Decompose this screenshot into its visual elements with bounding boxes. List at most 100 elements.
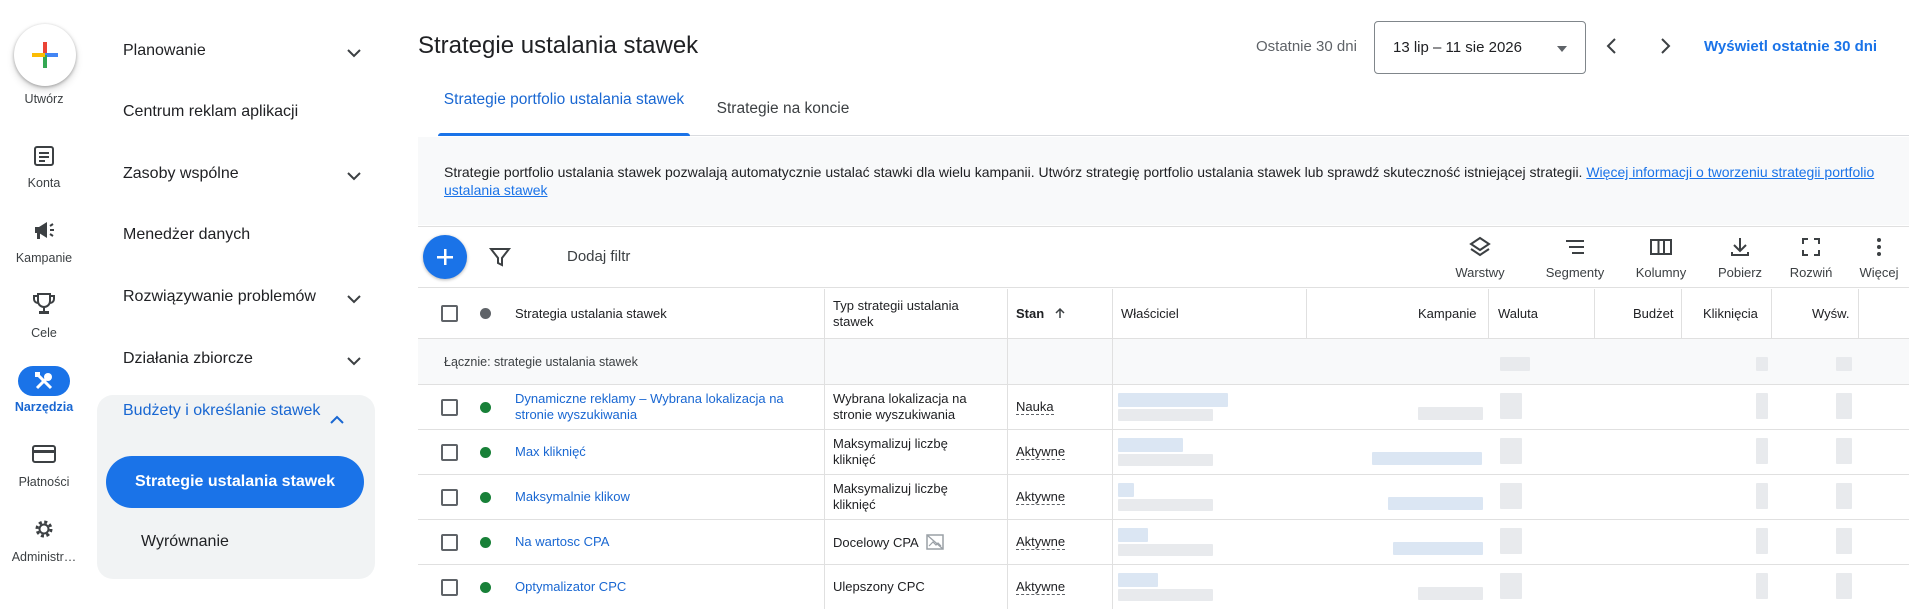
rail-item-admin[interactable]: Administr… bbox=[0, 550, 88, 564]
strategy-status[interactable]: Nauka bbox=[1016, 399, 1054, 415]
header-clicks[interactable]: Kliknięcia bbox=[1703, 306, 1758, 322]
header-type[interactable]: Typ strategii ustalania stawek bbox=[833, 298, 983, 330]
accounts-icon[interactable] bbox=[28, 142, 60, 170]
tab-portfolio-strategies[interactable]: Strategie portfolio ustalania stawek bbox=[438, 90, 690, 110]
arrow-up-sort-icon bbox=[1055, 307, 1065, 318]
strategy-name-link[interactable]: Dynamiczne reklamy – Wybrana lokalizacja… bbox=[515, 391, 805, 423]
table-row[interactable]: Max kliknięć Maksymalizuj liczbę kliknię… bbox=[418, 430, 1909, 475]
fullscreen-icon bbox=[1802, 238, 1820, 256]
add-filter-button[interactable]: Dodaj filtr bbox=[567, 248, 630, 265]
header-campaigns[interactable]: Kampanie bbox=[1418, 306, 1477, 322]
row-checkbox[interactable] bbox=[441, 444, 458, 461]
download-button[interactable]: Pobierz bbox=[1710, 235, 1770, 280]
tool-label: Rozwiń bbox=[1789, 265, 1833, 280]
strategy-name-link[interactable]: Optymalizator CPC bbox=[515, 579, 626, 595]
header-impressions[interactable]: Wyśw. bbox=[1812, 306, 1849, 322]
nav-item-label: Działania zbiorcze bbox=[123, 350, 253, 367]
nav-item-planning[interactable]: Planowanie bbox=[123, 42, 363, 60]
admin-gear-icon[interactable] bbox=[28, 515, 60, 543]
more-button[interactable]: Więcej bbox=[1852, 235, 1906, 280]
total-label: Łącznie: strategie ustalania stawek bbox=[444, 355, 638, 369]
nav-subitem-bid-strategies[interactable]: Strategie ustalania stawek bbox=[106, 456, 364, 508]
strategy-name-link[interactable]: Max kliknięć bbox=[515, 444, 586, 460]
expand-button[interactable]: Rozwiń bbox=[1784, 235, 1838, 280]
segments-icon bbox=[1566, 240, 1584, 254]
status-dot-icon bbox=[480, 447, 491, 458]
rail-item-billing[interactable]: Płatności bbox=[0, 475, 88, 489]
header-status[interactable]: Stan bbox=[1016, 306, 1066, 322]
chevron-down-icon bbox=[347, 49, 361, 58]
row-checkbox[interactable] bbox=[441, 579, 458, 596]
table-row[interactable]: Optymalizator CPC Ulepszony CPC Aktywne bbox=[418, 565, 1909, 609]
select-all-checkbox[interactable] bbox=[441, 305, 458, 322]
status-dot-icon bbox=[480, 402, 491, 413]
nav-item-label: Rozwiązywanie problemów bbox=[123, 288, 316, 305]
header-currency[interactable]: Waluta bbox=[1498, 306, 1538, 322]
header-strategy[interactable]: Strategia ustalania stawek bbox=[515, 306, 667, 322]
tools-icon[interactable] bbox=[18, 366, 70, 396]
nav-item-data-manager[interactable]: Menedżer danych bbox=[123, 226, 363, 244]
strategy-status[interactable]: Aktywne bbox=[1016, 489, 1066, 505]
table-row[interactable]: Dynamiczne reklamy – Wybrana lokalizacja… bbox=[418, 385, 1909, 430]
plus-icon bbox=[437, 249, 453, 265]
tab-account-strategies[interactable]: Strategie na koncie bbox=[708, 99, 858, 119]
strategy-status[interactable]: Aktywne bbox=[1016, 444, 1066, 460]
rail-item-tools[interactable]: Narzędzia bbox=[0, 400, 88, 414]
nav-item-bulk-actions[interactable]: Działania zbiorcze bbox=[123, 350, 363, 368]
nav-item-label: Menedżer danych bbox=[123, 226, 251, 243]
billing-icon[interactable] bbox=[28, 440, 60, 468]
add-strategy-button[interactable] bbox=[423, 235, 467, 279]
download-icon bbox=[1731, 238, 1749, 256]
rail-item-campaigns[interactable]: Kampanie bbox=[0, 251, 88, 265]
plus-color-icon bbox=[32, 42, 58, 68]
row-checkbox[interactable] bbox=[441, 399, 458, 416]
campaigns-icon[interactable] bbox=[28, 216, 60, 244]
date-range-select[interactable]: 13 lip – 11 sie 2026 bbox=[1374, 21, 1586, 74]
layers-button[interactable]: Warstwy bbox=[1452, 235, 1508, 280]
strategy-name-link[interactable]: Maksymalnie klikow bbox=[515, 489, 630, 505]
header-budget[interactable]: Budżet bbox=[1633, 306, 1673, 322]
strategy-tabs: Strategie portfolio ustalania stawek Str… bbox=[438, 88, 1909, 136]
header-owner[interactable]: Właściciel bbox=[1121, 306, 1179, 322]
table-row[interactable]: Na wartosc CPA Docelowy CPA Aktywne bbox=[418, 520, 1909, 565]
tool-label: Więcej bbox=[1859, 265, 1899, 280]
columns-button[interactable]: Kolumny bbox=[1631, 235, 1691, 280]
no-image-icon bbox=[925, 534, 944, 550]
rail-item-accounts[interactable]: Konta bbox=[0, 176, 88, 190]
goals-icon[interactable] bbox=[28, 290, 60, 318]
create-label: Utwórz bbox=[24, 92, 64, 106]
chevron-down-icon bbox=[347, 295, 361, 304]
info-banner: Strategie portfolio ustalania stawek poz… bbox=[418, 137, 1909, 225]
strategy-name-link[interactable]: Na wartosc CPA bbox=[515, 534, 609, 550]
create-button[interactable] bbox=[14, 24, 76, 86]
chevron-down-icon bbox=[347, 172, 361, 181]
nav-group-title[interactable]: Budżety i określanie stawek bbox=[123, 400, 323, 422]
nav-item-app-ads-hub[interactable]: Centrum reklam aplikacji bbox=[123, 103, 363, 121]
table-row[interactable]: Maksymalnie klikow Maksymalizuj liczbę k… bbox=[418, 475, 1909, 520]
strategy-status[interactable]: Aktywne bbox=[1016, 579, 1066, 595]
filter-icon[interactable] bbox=[488, 245, 512, 269]
nav-item-label: Zasoby wspólne bbox=[123, 165, 239, 182]
chevron-up-icon[interactable] bbox=[328, 411, 346, 429]
more-vert-icon bbox=[1877, 238, 1881, 256]
table-header-row: Strategia ustalania stawek Typ strategii… bbox=[418, 289, 1909, 339]
strategy-type: Maksymalizuj liczbę kliknięć bbox=[833, 481, 948, 512]
strategy-type: Maksymalizuj liczbę kliknięć bbox=[833, 436, 948, 467]
nav-item-shared-library[interactable]: Zasoby wspólne bbox=[123, 165, 363, 183]
rail-item-goals[interactable]: Cele bbox=[0, 326, 88, 340]
chevron-right-icon[interactable] bbox=[1653, 34, 1677, 58]
status-text: Aktywne bbox=[1016, 579, 1066, 595]
row-checkbox[interactable] bbox=[441, 534, 458, 551]
nav-item-troubleshooting[interactable]: Rozwiązywanie problemów bbox=[123, 288, 363, 306]
nav-subitem-alignment[interactable]: Wyrównanie bbox=[141, 533, 229, 551]
status-header-dot-icon bbox=[480, 308, 491, 319]
app-root: Utwórz Konta Kampanie Cele Narzędzia Pła… bbox=[0, 0, 1909, 609]
date-range-value: 13 lip – 11 sie 2026 bbox=[1393, 39, 1522, 56]
chevron-left-icon[interactable] bbox=[1600, 34, 1624, 58]
show-last-30-days-link[interactable]: Wyświetl ostatnie 30 dni bbox=[1704, 38, 1877, 55]
segments-button[interactable]: Segmenty bbox=[1540, 235, 1610, 280]
main-content: Strategie ustalania stawek Ostatnie 30 d… bbox=[418, 0, 1909, 609]
strategy-status[interactable]: Aktywne bbox=[1016, 534, 1066, 550]
nav-item-label: Planowanie bbox=[123, 42, 206, 59]
row-checkbox[interactable] bbox=[441, 489, 458, 506]
